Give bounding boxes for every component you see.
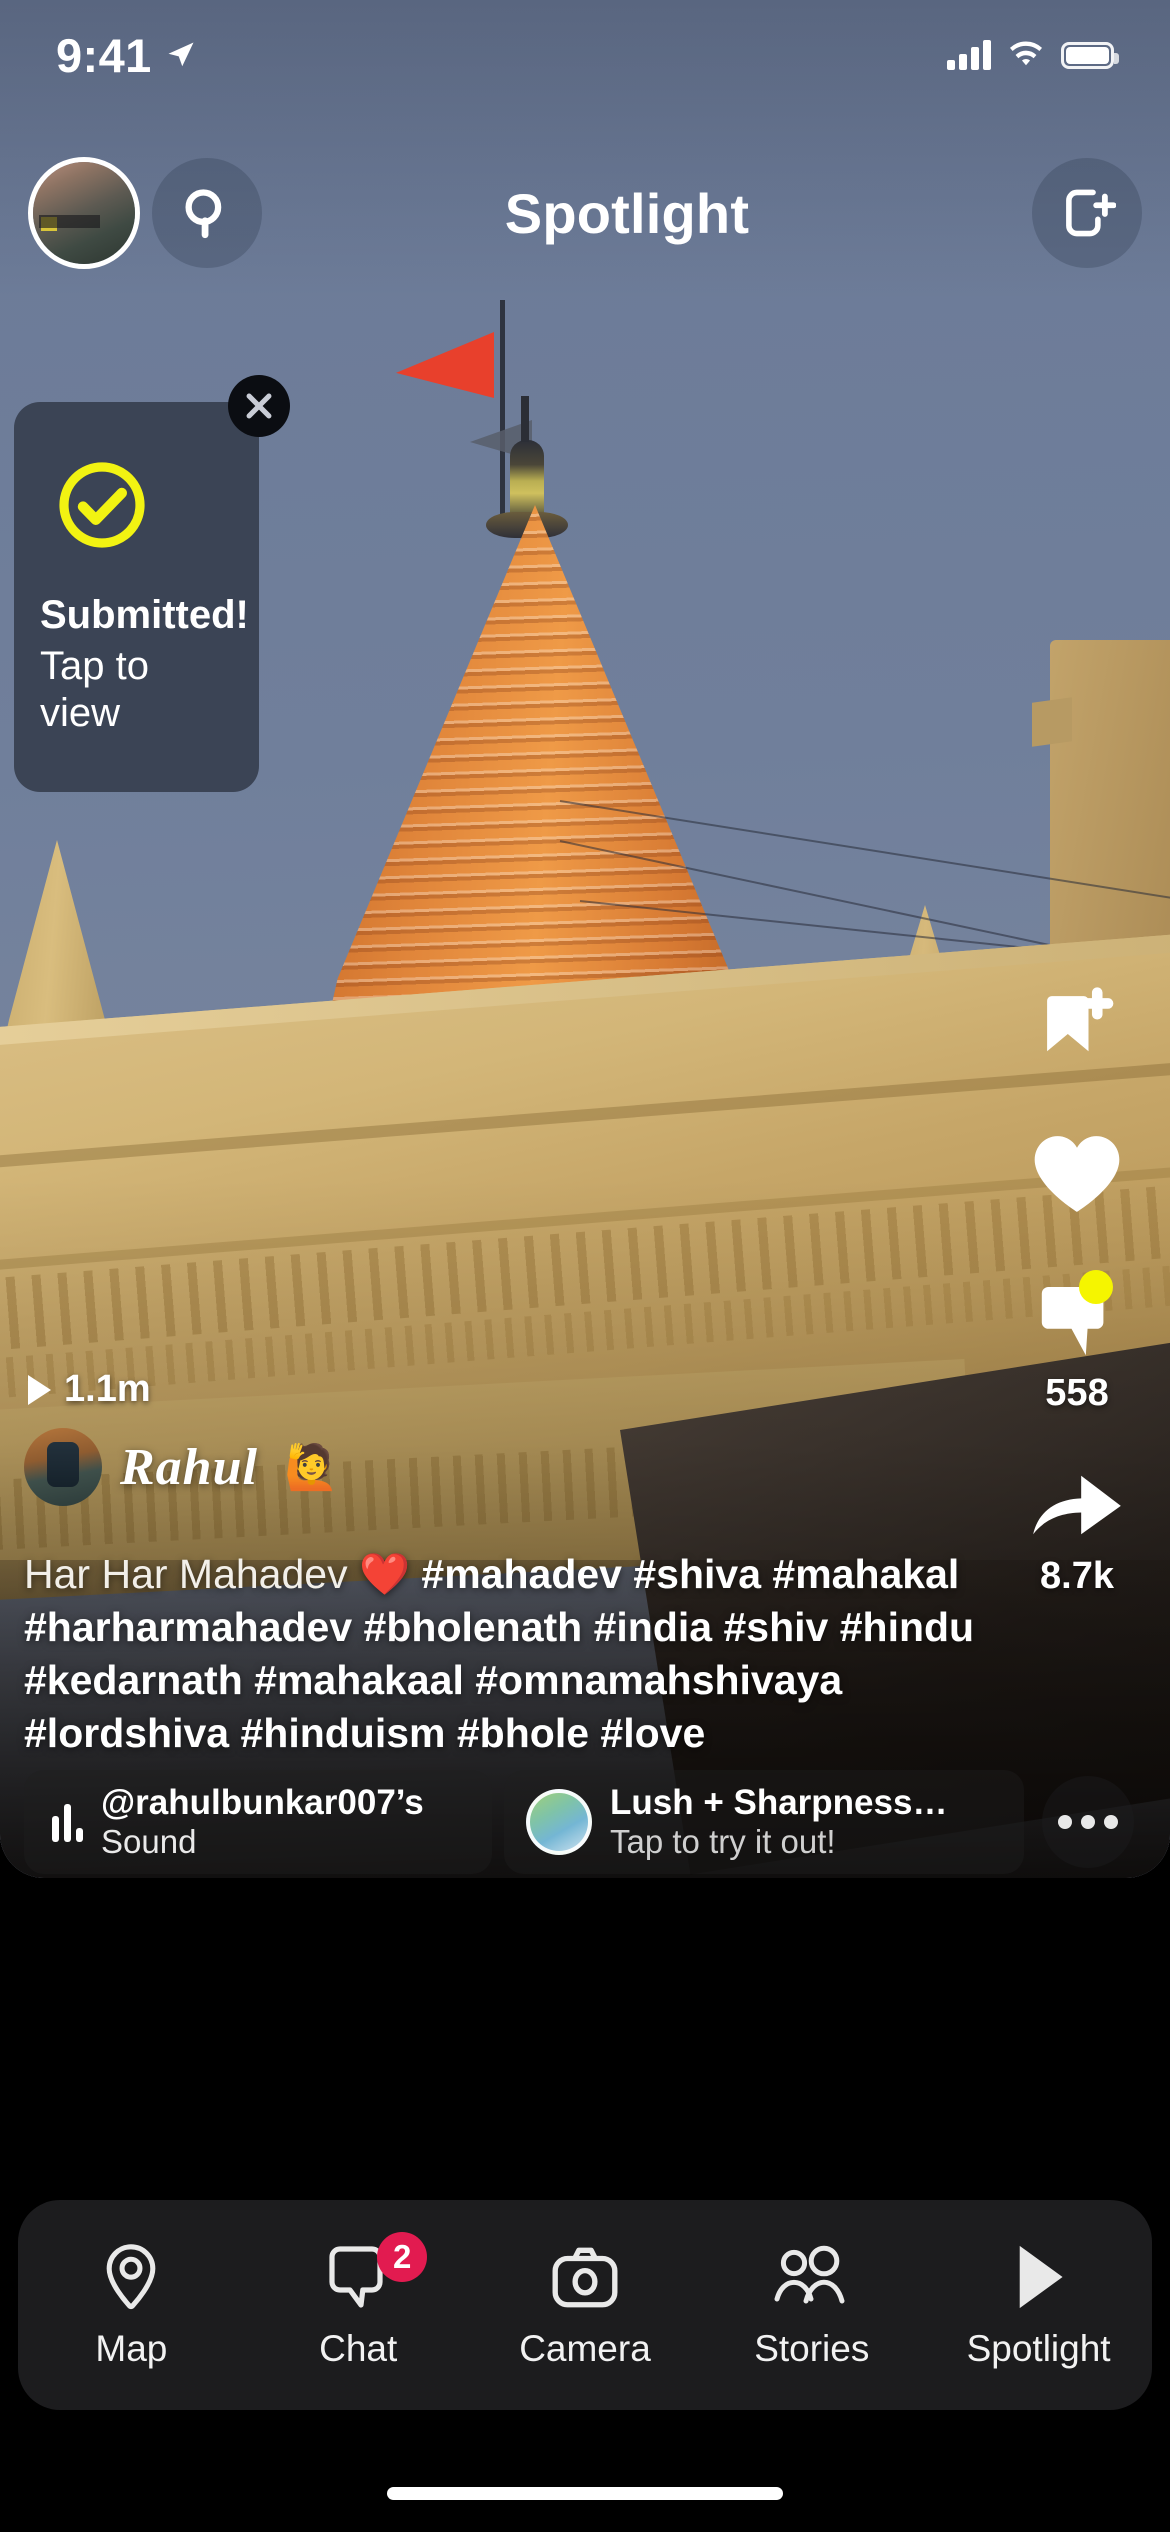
clock-time: 9:41 bbox=[56, 28, 152, 82]
lens-chip[interactable]: Lush + Sharpness… Tap to try it out! bbox=[504, 1770, 1024, 1874]
temple-kalash bbox=[510, 396, 544, 522]
tab-map[interactable]: Map bbox=[18, 2240, 245, 2370]
audio-waveform-icon bbox=[46, 1802, 83, 1842]
bookmark-plus-icon bbox=[1047, 987, 1114, 1052]
sound-author: @rahulbunkar007’s bbox=[101, 1782, 424, 1822]
status-bar-right bbox=[947, 40, 1119, 70]
wifi-icon bbox=[1009, 41, 1043, 66]
tab-label: Camera bbox=[519, 2328, 651, 2369]
tab-stories[interactable]: Stories bbox=[698, 2240, 925, 2370]
chat-badge: 2 bbox=[377, 2232, 428, 2282]
heart-icon bbox=[1034, 1136, 1120, 1212]
author-emoji: 🙋 bbox=[283, 1443, 339, 1492]
chat-icon: 2 bbox=[325, 2232, 428, 2314]
submitted-title: Submitted! bbox=[40, 592, 249, 637]
location-arrow-icon bbox=[168, 42, 194, 67]
cellular-bars-icon bbox=[947, 40, 991, 70]
lens-thumbnail bbox=[526, 1789, 592, 1855]
more-options-button[interactable] bbox=[1042, 1776, 1134, 1868]
video-caption[interactable]: Har Har Mahadev ❤️ #mahadev #shiva #maha… bbox=[24, 1548, 984, 1760]
status-bar: 9:41 bbox=[0, 0, 1170, 110]
tab-label: Spotlight bbox=[966, 2328, 1111, 2369]
tab-label: Stories bbox=[754, 2328, 870, 2369]
save-story-button[interactable] bbox=[1031, 980, 1123, 1080]
caption-emoji: ❤️ bbox=[358, 1551, 411, 1597]
more-options-icon bbox=[1058, 1815, 1072, 1829]
battery-full-icon bbox=[1061, 41, 1119, 69]
caption-plain-text: Har Har Mahadev bbox=[24, 1551, 359, 1597]
play-icon bbox=[28, 1374, 51, 1405]
profile-avatar[interactable] bbox=[28, 157, 140, 269]
share-button[interactable]: 8.7k bbox=[1029, 1463, 1125, 1598]
share-count: 8.7k bbox=[1040, 1555, 1114, 1597]
top-header: Spotlight bbox=[0, 148, 1170, 278]
flag-pole bbox=[500, 300, 505, 520]
home-indicator[interactable] bbox=[387, 2487, 783, 2500]
tab-label: Map bbox=[95, 2328, 168, 2369]
submitted-subtitle: Tap to view bbox=[40, 643, 149, 736]
author-avatar[interactable] bbox=[24, 1428, 102, 1506]
play-solid-icon bbox=[1009, 2240, 1069, 2314]
bottom-tab-bar: Map 2 Chat Camera Stories Spotlight bbox=[18, 2200, 1152, 2410]
chip-row: @rahulbunkar007’s Sound Lush + Sharpness… bbox=[24, 1770, 1146, 1874]
add-friend-button[interactable] bbox=[1032, 158, 1142, 268]
sound-chip[interactable]: @rahulbunkar007’s Sound bbox=[24, 1770, 492, 1874]
submitted-toast-card[interactable]: Submitted! Tap to view bbox=[14, 402, 259, 792]
app-screen: 9:41 Spotlight Submitted! Tap to view 55… bbox=[0, 0, 1170, 2532]
sound-label: Sound bbox=[101, 1823, 197, 1861]
comment-button[interactable]: 558 bbox=[1033, 1270, 1121, 1415]
tab-chat[interactable]: 2 Chat bbox=[245, 2232, 472, 2370]
author-name: Rahul bbox=[120, 1438, 258, 1496]
lens-name: Lush + Sharpness… bbox=[610, 1782, 948, 1822]
close-toast-button[interactable] bbox=[228, 375, 290, 437]
check-circle-icon bbox=[54, 457, 150, 558]
action-rail: 558 8.7k bbox=[1012, 980, 1142, 1646]
author-row[interactable]: Rahul 🙋 bbox=[24, 1428, 339, 1506]
view-count: 1.1m bbox=[64, 1368, 151, 1410]
tab-camera[interactable]: Camera bbox=[472, 2240, 699, 2370]
comment-unread-dot bbox=[1079, 1270, 1113, 1304]
share-arrow-icon bbox=[1033, 1475, 1121, 1535]
tab-spotlight[interactable]: Spotlight bbox=[925, 2240, 1152, 2370]
page-title: Spotlight bbox=[504, 181, 750, 245]
like-button[interactable] bbox=[1028, 1128, 1126, 1228]
camera-icon bbox=[548, 2240, 622, 2314]
stories-icon bbox=[772, 2240, 852, 2314]
close-icon bbox=[246, 393, 272, 419]
avatar-image bbox=[33, 162, 135, 264]
lens-cta: Tap to try it out! bbox=[610, 1823, 836, 1861]
view-count-row: 1.1m bbox=[28, 1368, 151, 1411]
tab-label: Chat bbox=[319, 2328, 398, 2369]
map-pin-icon bbox=[96, 2240, 166, 2314]
comment-count: 558 bbox=[1045, 1372, 1109, 1414]
status-bar-left: 9:41 bbox=[56, 28, 196, 83]
add-friend-icon bbox=[1066, 189, 1116, 237]
